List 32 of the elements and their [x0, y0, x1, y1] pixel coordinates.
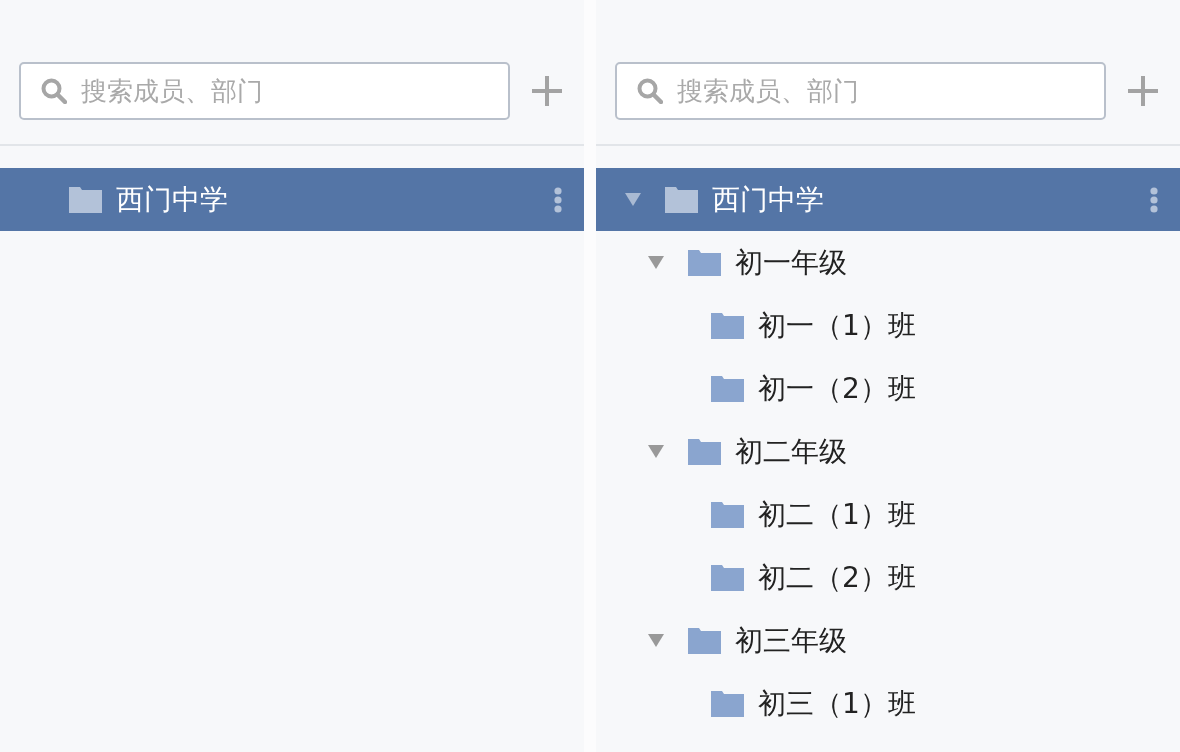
- caret-down-icon[interactable]: [648, 634, 664, 647]
- tree-item[interactable]: 西门中学: [0, 168, 584, 231]
- plus-icon[interactable]: [532, 76, 562, 106]
- folder-icon: [711, 501, 744, 528]
- tree-item[interactable]: 初三（1）班: [596, 672, 1180, 735]
- tree-item[interactable]: 西门中学: [596, 168, 1180, 231]
- folder-icon: [688, 249, 721, 276]
- tree-item[interactable]: 初三年级: [596, 609, 1180, 672]
- tree-item[interactable]: 初二年级: [596, 420, 1180, 483]
- search-icon: [41, 78, 67, 104]
- kebab-menu-icon[interactable]: [1150, 186, 1158, 213]
- folder-icon: [688, 627, 721, 654]
- folder-icon: [711, 690, 744, 717]
- folder-icon: [665, 186, 698, 213]
- folder-icon: [69, 186, 102, 213]
- caret-down-icon[interactable]: [625, 193, 641, 206]
- tree-item[interactable]: 初二（1）班: [596, 483, 1180, 546]
- tree-item[interactable]: 初一年级: [596, 231, 1180, 294]
- search-icon: [637, 78, 663, 104]
- tree-item[interactable]: 初二（2）班: [596, 546, 1180, 609]
- caret-down-icon[interactable]: [648, 256, 664, 269]
- kebab-menu-icon[interactable]: [554, 186, 562, 213]
- folder-icon: [711, 312, 744, 339]
- folder-icon: [711, 375, 744, 402]
- folder-icon: [688, 438, 721, 465]
- search-field[interactable]: 搜索成员、部门: [19, 62, 510, 120]
- search-field[interactable]: 搜索成员、部门: [615, 62, 1106, 120]
- caret-down-icon[interactable]: [648, 445, 664, 458]
- folder-icon: [711, 564, 744, 591]
- plus-icon[interactable]: [1128, 76, 1158, 106]
- tree-item[interactable]: 初一（2）班: [596, 357, 1180, 420]
- tree-item[interactable]: 初一（1）班: [596, 294, 1180, 357]
